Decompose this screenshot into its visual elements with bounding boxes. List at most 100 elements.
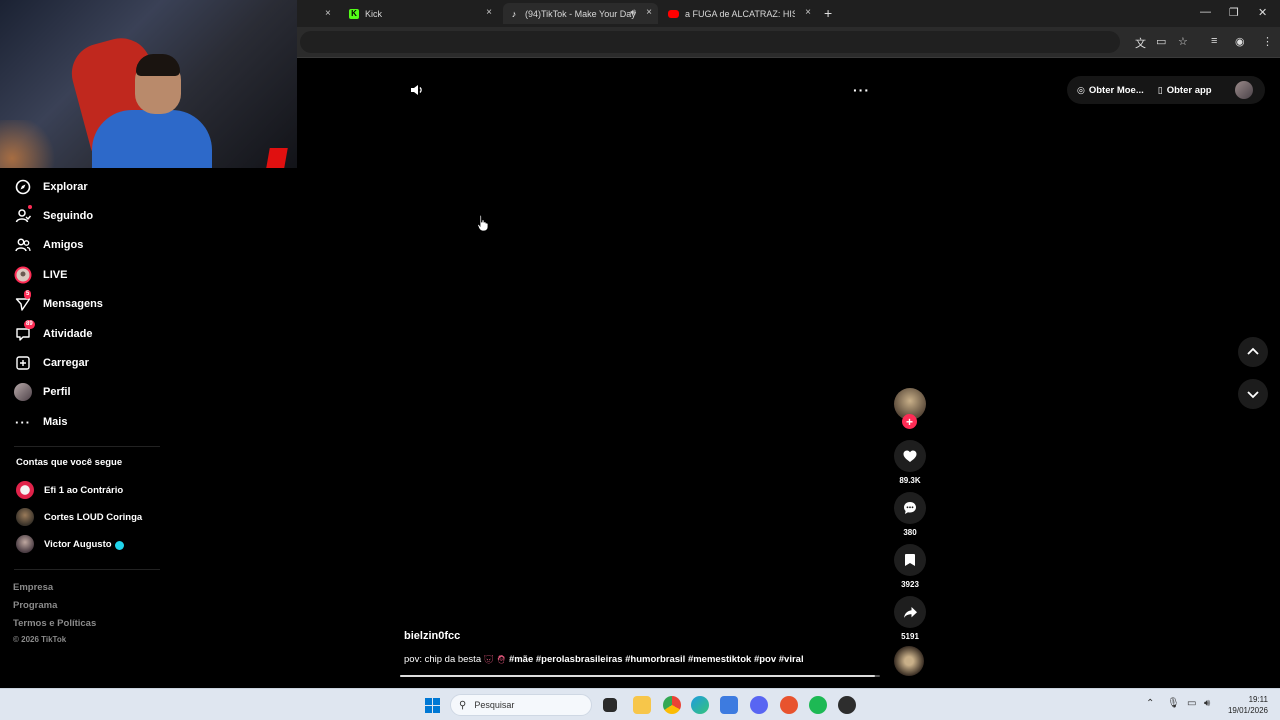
task-view-icon[interactable] [603, 698, 617, 712]
sidebar-divider [14, 569, 160, 570]
share-icon [903, 606, 917, 618]
reading-list-icon[interactable]: ≡ [1211, 35, 1217, 47]
sidebar-divider [14, 446, 160, 447]
tab-close-prev[interactable]: × [325, 3, 335, 24]
video-author[interactable]: bielzin0fcc [404, 630, 460, 642]
sidebar-item-label: Amigos [43, 239, 84, 251]
volume-tray-icon[interactable]: 🔊︎ [1204, 698, 1210, 709]
volume-button[interactable] [409, 82, 425, 98]
close-icon[interactable]: × [805, 7, 811, 18]
restore-icon[interactable]: ❐ [1229, 6, 1239, 19]
profile-avatar-icon [14, 383, 32, 401]
close-icon[interactable]: × [646, 7, 652, 18]
share-button[interactable] [894, 596, 926, 628]
following-account[interactable]: Efi 1 ao Contrário [16, 481, 123, 499]
previous-video-button[interactable] [1238, 337, 1268, 367]
messages-icon: 5 [14, 290, 32, 313]
file-explorer-icon[interactable] [633, 696, 651, 714]
microphone-icon[interactable]: 🎙︎ [1167, 698, 1180, 709]
sidebar-item-label: LIVE [43, 269, 68, 281]
webcam-light [0, 120, 60, 168]
tab-youtube[interactable]: a FUGA de ALCATRAZ: HISTÓRI × [662, 3, 817, 24]
bookmark-icon [905, 554, 915, 566]
profile-icon[interactable]: ◉ [1235, 35, 1245, 48]
get-app-button[interactable]: ▯ Obter app [1158, 85, 1212, 96]
follow-creator-button[interactable]: + [902, 414, 917, 429]
user-avatar[interactable] [1235, 81, 1253, 99]
live-icon [14, 266, 32, 284]
youtube-icon [668, 9, 679, 18]
tray-chevron-up-icon[interactable]: ⌃ [1146, 698, 1154, 709]
outlook-icon[interactable] [720, 696, 738, 714]
emoji-icon: 👿︎ 🧟︎ [483, 655, 507, 664]
activity-icon: 89 [14, 320, 35, 343]
compass-icon [14, 178, 32, 196]
messages-badge: 5 [24, 290, 32, 299]
caption-hashtags[interactable]: #mãe #perolasbrasileiras #humorbrasil #m… [509, 654, 804, 665]
volume-icon [411, 85, 422, 95]
spotify-icon[interactable] [809, 696, 827, 714]
sidebar-item-atividade[interactable]: 89 Atividade [14, 320, 93, 345]
get-coins-button[interactable]: ◎ Obter Moe... [1077, 85, 1144, 96]
sidebar-item-amigos[interactable]: Amigos [14, 234, 83, 256]
translate-icon[interactable]: 文 [1135, 35, 1146, 51]
taskbar-clock[interactable]: 19:11 19/01/2026 [1224, 694, 1268, 716]
close-window-icon[interactable]: ✕ [1258, 6, 1267, 19]
activity-badge: 89 [24, 320, 35, 329]
omnibox[interactable] [300, 31, 1120, 53]
edge-icon[interactable] [691, 696, 709, 714]
sidebar-item-mais[interactable]: ··· Mais [14, 411, 67, 433]
tab-label: Kick [365, 8, 383, 19]
brave-icon[interactable] [780, 696, 798, 714]
music-disc[interactable] [894, 646, 924, 676]
taskbar-search[interactable]: ⚲ Pesquisar [450, 694, 592, 716]
footer-link-empresa[interactable]: Empresa [13, 582, 53, 593]
account-name: Cortes LOUD Coringa [44, 511, 143, 523]
sidebar-item-label: Perfil [43, 386, 71, 398]
sidebar-item-seguindo[interactable]: Seguindo [14, 205, 93, 227]
avatar [16, 481, 34, 499]
network-icon[interactable]: ▭ [1187, 698, 1196, 709]
sidebar-item-mensagens[interactable]: 5 Mensagens [14, 290, 103, 315]
copyright: © 2026 TikTok [13, 635, 67, 644]
tab-tiktok[interactable]: ♪ (94)TikTok - Make Your Day 🔊︎ × [503, 3, 658, 24]
video-caption: pov: chip da besta 👿︎ 🧟︎ #mãe #perolasbr… [404, 654, 804, 665]
bookmark-star-icon[interactable]: ☆ [1178, 35, 1188, 48]
footer-link-termos[interactable]: Termos e Políticas [13, 618, 96, 629]
browser-menu-icon[interactable]: ⋮ [1262, 35, 1273, 48]
windows-start-icon[interactable] [425, 698, 440, 713]
sidebar-item-live[interactable]: LIVE [14, 264, 67, 286]
following-account[interactable]: Victor Augusto [16, 535, 124, 553]
cast-icon[interactable]: ▭ [1156, 35, 1166, 48]
account-name: Victor Augusto [44, 538, 112, 550]
footer-link-programa[interactable]: Programa [13, 600, 57, 611]
chrome-icon[interactable] [663, 696, 681, 714]
save-button[interactable] [894, 544, 926, 576]
new-tab-button[interactable]: + [824, 5, 832, 21]
minimize-icon[interactable]: — [1200, 6, 1211, 18]
sidebar-item-label: Carregar [43, 357, 89, 369]
comment-count: 380 [903, 528, 917, 537]
sidebar-item-carregar[interactable]: Carregar [14, 352, 89, 374]
obs-icon[interactable] [838, 696, 856, 714]
next-video-button[interactable] [1238, 379, 1268, 409]
chevron-up-icon [1247, 347, 1259, 355]
account-name: Efi 1 ao Contrário [44, 484, 124, 496]
discord-icon[interactable] [750, 696, 768, 714]
sidebar-item-perfil[interactable]: Perfil [14, 381, 71, 403]
tiktok-icon: ♪ [511, 8, 517, 19]
comment-button[interactable] [894, 492, 926, 524]
like-button[interactable] [894, 440, 926, 472]
webcam-red-object [266, 148, 288, 168]
sidebar-item-label: Mais [43, 416, 68, 428]
close-icon[interactable]: × [486, 7, 492, 18]
tab-kick[interactable]: K Kick × [343, 3, 498, 24]
video-more-options-icon[interactable]: ··· [853, 82, 870, 98]
sidebar-item-explorar[interactable]: Explorar [14, 176, 88, 198]
following-account[interactable]: Cortes LOUD Coringa [16, 508, 142, 526]
video-progress-bar[interactable] [400, 675, 880, 677]
verified-icon [114, 540, 124, 550]
tab-label: a FUGA de ALCATRAZ: HISTÓRI [685, 8, 795, 19]
speaker-icon[interactable]: 🔊︎ [630, 7, 636, 18]
top-right-actions: ◎ Obter Moe... ▯ Obter app [1067, 76, 1265, 104]
